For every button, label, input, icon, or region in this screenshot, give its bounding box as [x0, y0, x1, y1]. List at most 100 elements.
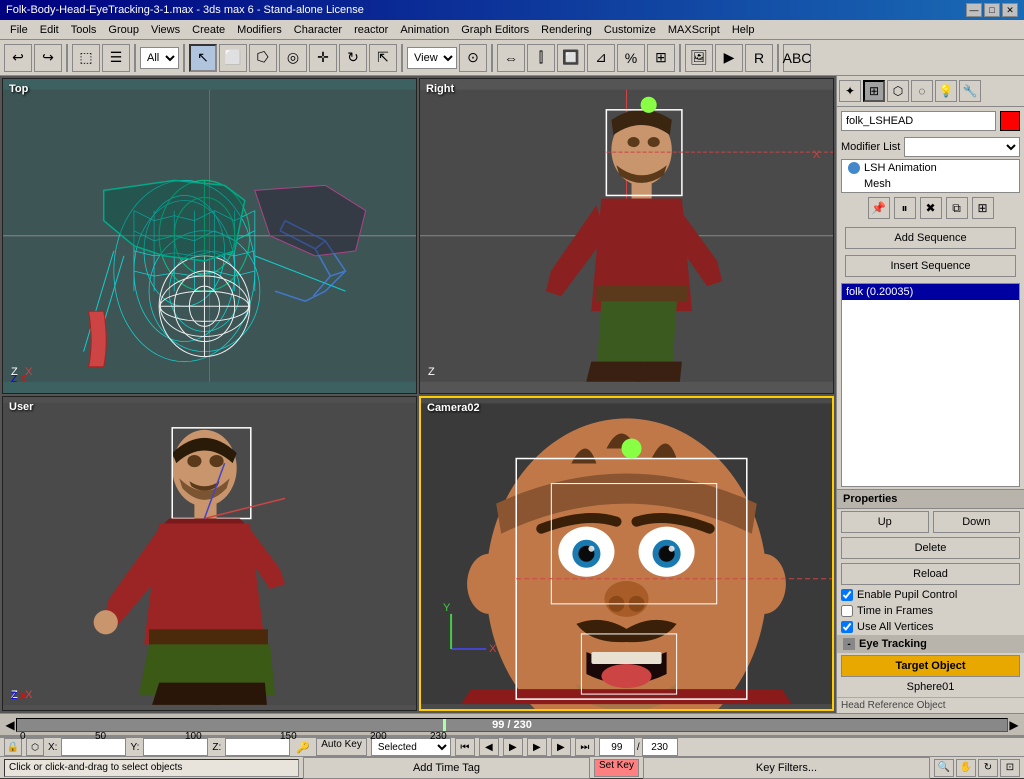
timeline-track[interactable]: 99 / 230	[16, 718, 1008, 732]
align-button[interactable]: ⫿	[527, 44, 555, 72]
scale-button[interactable]: ⇱	[369, 44, 397, 72]
modifier-lsh-animation[interactable]: LSH Animation	[842, 160, 1019, 176]
use-all-vertices-checkbox[interactable]	[841, 621, 853, 633]
menu-rendering[interactable]: Rendering	[535, 22, 598, 38]
snap-toggle[interactable]: ⬡	[26, 738, 44, 756]
enable-pupil-checkbox[interactable]	[841, 589, 853, 601]
statusbar: 🔒 ⬡ X: Y: Z: 🔑 Auto Key Selected ⏮ ◀ ▶ ▶…	[0, 737, 1024, 756]
viewport-right-label: Right	[426, 83, 454, 95]
svg-text:Y: Y	[443, 601, 451, 613]
menu-character[interactable]: Character	[288, 22, 348, 38]
menu-tools[interactable]: Tools	[65, 22, 103, 38]
menu-modifiers[interactable]: Modifiers	[231, 22, 288, 38]
separator-6	[679, 44, 681, 72]
rotate-button[interactable]: ↻	[339, 44, 367, 72]
redo-button[interactable]: ↪	[34, 44, 62, 72]
sequence-list[interactable]: folk (0.20035)	[841, 283, 1020, 487]
minimize-button[interactable]: —	[966, 3, 982, 17]
target-object-button[interactable]: Target Object	[841, 655, 1020, 677]
object-color-swatch[interactable]	[1000, 111, 1020, 131]
coordinate-system[interactable]: View	[407, 47, 457, 69]
add-sequence-button[interactable]: Add Sequence	[845, 227, 1016, 249]
menu-maxscript[interactable]: MAXScript	[662, 22, 726, 38]
display-tab[interactable]: 💡	[935, 80, 957, 102]
separator-4	[401, 44, 403, 72]
move-button[interactable]: ✛	[309, 44, 337, 72]
axis-center-button[interactable]: ⊙	[459, 44, 487, 72]
create-tab[interactable]: ✦	[839, 80, 861, 102]
go-to-start-button[interactable]: ⏮	[455, 738, 475, 756]
fence-select-button[interactable]: ⭔	[249, 44, 277, 72]
snap-button[interactable]: 🔲	[557, 44, 585, 72]
spinner-snap-button[interactable]: ⊞	[647, 44, 675, 72]
menu-help[interactable]: Help	[726, 22, 761, 38]
go-to-end-button[interactable]: ⏭	[575, 738, 595, 756]
separator-1	[66, 44, 68, 72]
lasso-select-button[interactable]: ◎	[279, 44, 307, 72]
named-selections[interactable]: ABC	[783, 44, 811, 72]
prev-frame-button[interactable]: ◀	[479, 738, 499, 756]
undo-button[interactable]: ↩	[4, 44, 32, 72]
modify-tab active[interactable]: ⊞	[863, 80, 885, 102]
auto-key-button[interactable]: Auto Key	[316, 738, 367, 756]
viewport-top[interactable]: Top	[2, 78, 417, 394]
select-object-button[interactable]: ⬚	[72, 44, 100, 72]
percent-snap-button[interactable]: %	[617, 44, 645, 72]
up-button[interactable]: Up	[841, 511, 929, 533]
select-arrow-button[interactable]: ↖	[189, 44, 217, 72]
maximize-button[interactable]: □	[984, 3, 1000, 17]
pin-icon[interactable]: 📌	[868, 197, 890, 219]
total-frames-input[interactable]	[642, 738, 678, 756]
instance-icon[interactable]: ⊞	[972, 197, 994, 219]
region-select-button[interactable]: ⬜	[219, 44, 247, 72]
disable-icon[interactable]: ✖	[920, 197, 942, 219]
time-frames-checkbox[interactable]	[841, 605, 853, 617]
motion-tab[interactable]: ◌	[911, 80, 933, 102]
copy-icon[interactable]: ⧉	[946, 197, 968, 219]
time-frames-label: Time in Frames	[857, 605, 933, 617]
modifier-list-select[interactable]	[904, 137, 1020, 157]
frame-150: 150	[280, 731, 297, 742]
viewport-user[interactable]: User	[2, 396, 417, 712]
mirror-button[interactable]: ⇔	[497, 44, 525, 72]
utilities-tab[interactable]: 🔧	[959, 80, 981, 102]
viewport-right[interactable]: Right	[419, 78, 834, 394]
select-by-name-button[interactable]: ☰	[102, 44, 130, 72]
separator-3	[183, 44, 185, 72]
x-label: X:	[48, 742, 57, 753]
object-name-input[interactable]	[841, 111, 996, 131]
current-frame-input[interactable]	[599, 738, 635, 756]
menu-group[interactable]: Group	[102, 22, 145, 38]
play-button[interactable]: ▶	[503, 738, 523, 756]
play-selected-button[interactable]: ▶	[527, 738, 547, 756]
menu-animation[interactable]: Animation	[394, 22, 455, 38]
menu-customize[interactable]: Customize	[598, 22, 662, 38]
modifier-mesh[interactable]: Mesh	[842, 176, 1019, 192]
delete-button[interactable]: Delete	[841, 537, 1020, 559]
render-scene-button[interactable]: 🖼	[685, 44, 713, 72]
insert-sequence-button[interactable]: Insert Sequence	[845, 255, 1016, 277]
viewport-camera[interactable]: Camera02	[419, 396, 834, 712]
reload-button[interactable]: Reload	[841, 563, 1020, 585]
hierarchy-tab[interactable]: ⬡	[887, 80, 909, 102]
down-button[interactable]: Down	[933, 511, 1021, 533]
render-type-button[interactable]: R	[745, 44, 773, 72]
select-filter[interactable]: All	[140, 47, 179, 69]
keyframe-icon[interactable]: ⏸	[894, 197, 916, 219]
menu-reactor[interactable]: reactor	[348, 22, 394, 38]
menu-file[interactable]: File	[4, 22, 34, 38]
timeline-next-arrow[interactable]: ▶	[1008, 714, 1020, 736]
angle-snap-button[interactable]: ⊿	[587, 44, 615, 72]
next-frame-button[interactable]: ▶	[551, 738, 571, 756]
menu-views[interactable]: Views	[145, 22, 186, 38]
menu-edit[interactable]: Edit	[34, 22, 65, 38]
close-button[interactable]: ✕	[1002, 3, 1018, 17]
x-input[interactable]	[61, 738, 126, 756]
quick-render-button[interactable]: ▶	[715, 44, 743, 72]
frame-230: 230	[430, 731, 447, 742]
timeline-prev-arrow[interactable]: ◀	[4, 714, 16, 736]
menu-graph-editors[interactable]: Graph Editors	[455, 22, 535, 38]
eye-tracking-collapse[interactable]: -	[843, 638, 855, 650]
menu-create[interactable]: Create	[186, 22, 231, 38]
sequence-item-folk[interactable]: folk (0.20035)	[842, 284, 1019, 300]
